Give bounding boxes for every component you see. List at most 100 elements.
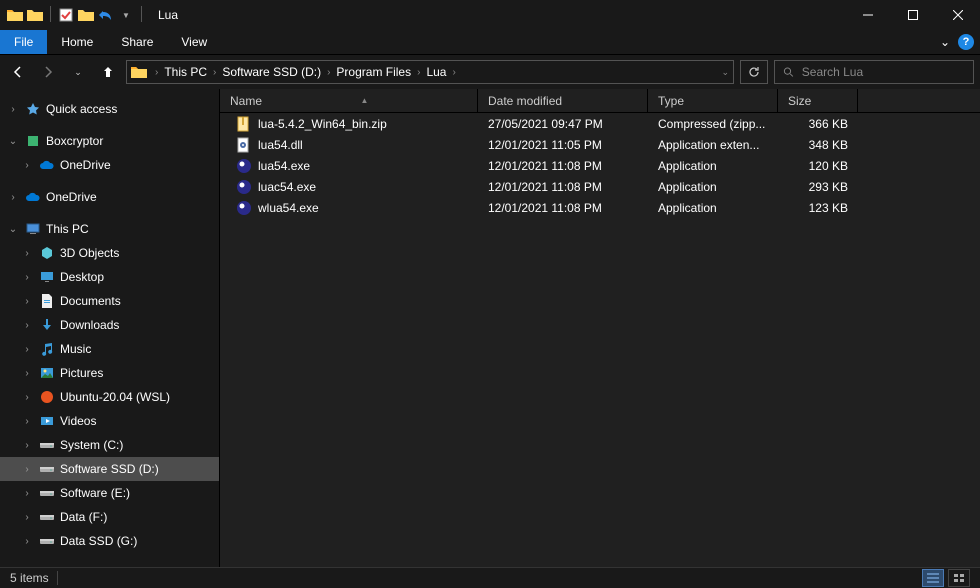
navigation-bar: ⌄ › This PC › Software SSD (D:) › Progra… <box>0 55 980 89</box>
chevron-right-icon[interactable]: › <box>450 67 457 78</box>
tree-label: Software SSD (D:) <box>60 462 159 476</box>
window-title: Lua <box>158 8 178 22</box>
chevron-right-icon[interactable]: › <box>325 67 332 78</box>
forward-button[interactable] <box>36 60 60 84</box>
tree-item[interactable]: › Software (E:) <box>0 481 219 505</box>
tree-item[interactable]: › Documents <box>0 289 219 313</box>
breadcrumb-segment[interactable]: Program Files <box>332 65 415 79</box>
tab-share[interactable]: Share <box>107 30 167 54</box>
file-row[interactable]: luac54.exe 12/01/2021 11:08 PM Applicati… <box>220 176 980 197</box>
chevron-right-icon[interactable]: › <box>20 440 34 451</box>
tree-onedrive-nested[interactable]: › OneDrive <box>0 153 219 177</box>
tree-this-pc[interactable]: ⌄ This PC <box>0 217 219 241</box>
tree-item[interactable]: › Pictures <box>0 361 219 385</box>
tree-label: Boxcryptor <box>46 134 103 148</box>
chevron-right-icon[interactable]: › <box>20 416 34 427</box>
chevron-right-icon[interactable]: › <box>20 536 34 547</box>
tree-item[interactable]: › Data (F:) <box>0 505 219 529</box>
tree-item[interactable]: › Music <box>0 337 219 361</box>
file-date: 27/05/2021 09:47 PM <box>478 117 648 131</box>
chevron-right-icon[interactable]: › <box>6 192 20 203</box>
file-size: 366 KB <box>778 117 858 131</box>
qat-dropdown-icon[interactable]: ▼ <box>117 6 135 24</box>
search-icon <box>783 66 794 78</box>
tree-label: Downloads <box>60 318 119 332</box>
undo-icon[interactable] <box>97 6 115 24</box>
chevron-right-icon[interactable]: › <box>20 344 34 355</box>
chevron-right-icon[interactable]: › <box>20 160 34 171</box>
chevron-right-icon[interactable]: › <box>20 512 34 523</box>
tree-item[interactable]: › Desktop <box>0 265 219 289</box>
file-row[interactable]: lua-5.4.2_Win64_bin.zip 27/05/2021 09:47… <box>220 113 980 134</box>
tree-quick-access[interactable]: › Quick access <box>0 97 219 121</box>
file-row[interactable]: lua54.exe 12/01/2021 11:08 PM Applicatio… <box>220 155 980 176</box>
chevron-right-icon[interactable]: › <box>20 272 34 283</box>
star-icon <box>24 100 42 118</box>
chevron-right-icon[interactable]: › <box>20 248 34 259</box>
refresh-button[interactable] <box>740 60 768 84</box>
this-pc-icon <box>24 220 42 238</box>
breadcrumb-segment[interactable]: Software SSD (D:) <box>218 65 325 79</box>
tree-label: OneDrive <box>46 190 97 204</box>
search-box[interactable] <box>774 60 974 84</box>
sort-ascending-icon: ▲ <box>361 96 369 105</box>
up-button[interactable] <box>96 60 120 84</box>
maximize-button[interactable] <box>890 0 935 30</box>
file-row[interactable]: lua54.dll 12/01/2021 11:05 PM Applicatio… <box>220 134 980 155</box>
address-bar[interactable]: › This PC › Software SSD (D:) › Program … <box>126 60 734 84</box>
ribbon-expand-icon[interactable]: ⌄ <box>940 35 950 49</box>
view-details-button[interactable] <box>922 569 944 587</box>
view-large-icons-button[interactable] <box>948 569 970 587</box>
tree-item[interactable]: › Downloads <box>0 313 219 337</box>
file-name: lua54.dll <box>258 138 303 152</box>
tree-onedrive[interactable]: › OneDrive <box>0 185 219 209</box>
recent-dropdown-icon[interactable]: ⌄ <box>66 60 90 84</box>
tree-item[interactable]: › System (C:) <box>0 433 219 457</box>
chevron-right-icon[interactable]: › <box>20 488 34 499</box>
3d-icon <box>38 244 56 262</box>
address-dropdown-icon[interactable]: ⌄ <box>721 67 729 78</box>
tree-label: Data (F:) <box>60 510 107 524</box>
qat-properties-icon[interactable] <box>26 6 44 24</box>
chevron-right-icon[interactable]: › <box>20 392 34 403</box>
file-row[interactable]: wlua54.exe 12/01/2021 11:08 PM Applicati… <box>220 197 980 218</box>
file-date: 12/01/2021 11:05 PM <box>478 138 648 152</box>
back-button[interactable] <box>6 60 30 84</box>
qat-check-icon[interactable] <box>57 6 75 24</box>
breadcrumb-segment[interactable]: Lua <box>422 65 450 79</box>
chevron-down-icon[interactable]: ⌄ <box>6 224 20 235</box>
tree-item[interactable]: › 3D Objects <box>0 241 219 265</box>
tree-item[interactable]: › Videos <box>0 409 219 433</box>
chevron-down-icon[interactable]: ⌄ <box>6 136 20 147</box>
column-header-date[interactable]: Date modified <box>478 89 648 112</box>
minimize-button[interactable] <box>845 0 890 30</box>
tab-home[interactable]: Home <box>47 30 107 54</box>
tree-item[interactable]: › Data SSD (G:) <box>0 529 219 553</box>
file-type: Application <box>648 201 778 215</box>
search-input[interactable] <box>802 65 965 79</box>
tree-boxcryptor[interactable]: ⌄ Boxcryptor <box>0 129 219 153</box>
tree-item[interactable]: › Software SSD (D:) <box>0 457 219 481</box>
chevron-right-icon[interactable]: › <box>415 67 422 78</box>
qat-folder-icon[interactable] <box>77 6 95 24</box>
column-header-size[interactable]: Size <box>778 89 858 112</box>
tree-label: Music <box>60 342 91 356</box>
tree-label: System (C:) <box>60 438 123 452</box>
chevron-right-icon[interactable]: › <box>6 104 20 115</box>
column-header-name[interactable]: Name ▲ <box>220 89 478 112</box>
chevron-right-icon[interactable]: › <box>20 320 34 331</box>
help-icon[interactable]: ? <box>958 34 974 50</box>
breadcrumb-segment[interactable]: This PC <box>160 65 211 79</box>
chevron-right-icon[interactable]: › <box>211 67 218 78</box>
chevron-right-icon[interactable]: › <box>20 368 34 379</box>
close-button[interactable] <box>935 0 980 30</box>
tab-view[interactable]: View <box>167 30 221 54</box>
chevron-right-icon[interactable]: › <box>153 67 160 78</box>
chevron-right-icon[interactable]: › <box>20 464 34 475</box>
file-list-pane: Name ▲ Date modified Type Size lua-5.4.2… <box>220 89 980 567</box>
tab-file[interactable]: File <box>0 30 47 54</box>
column-header-type[interactable]: Type <box>648 89 778 112</box>
file-size: 293 KB <box>778 180 858 194</box>
chevron-right-icon[interactable]: › <box>20 296 34 307</box>
tree-item[interactable]: › Ubuntu-20.04 (WSL) <box>0 385 219 409</box>
